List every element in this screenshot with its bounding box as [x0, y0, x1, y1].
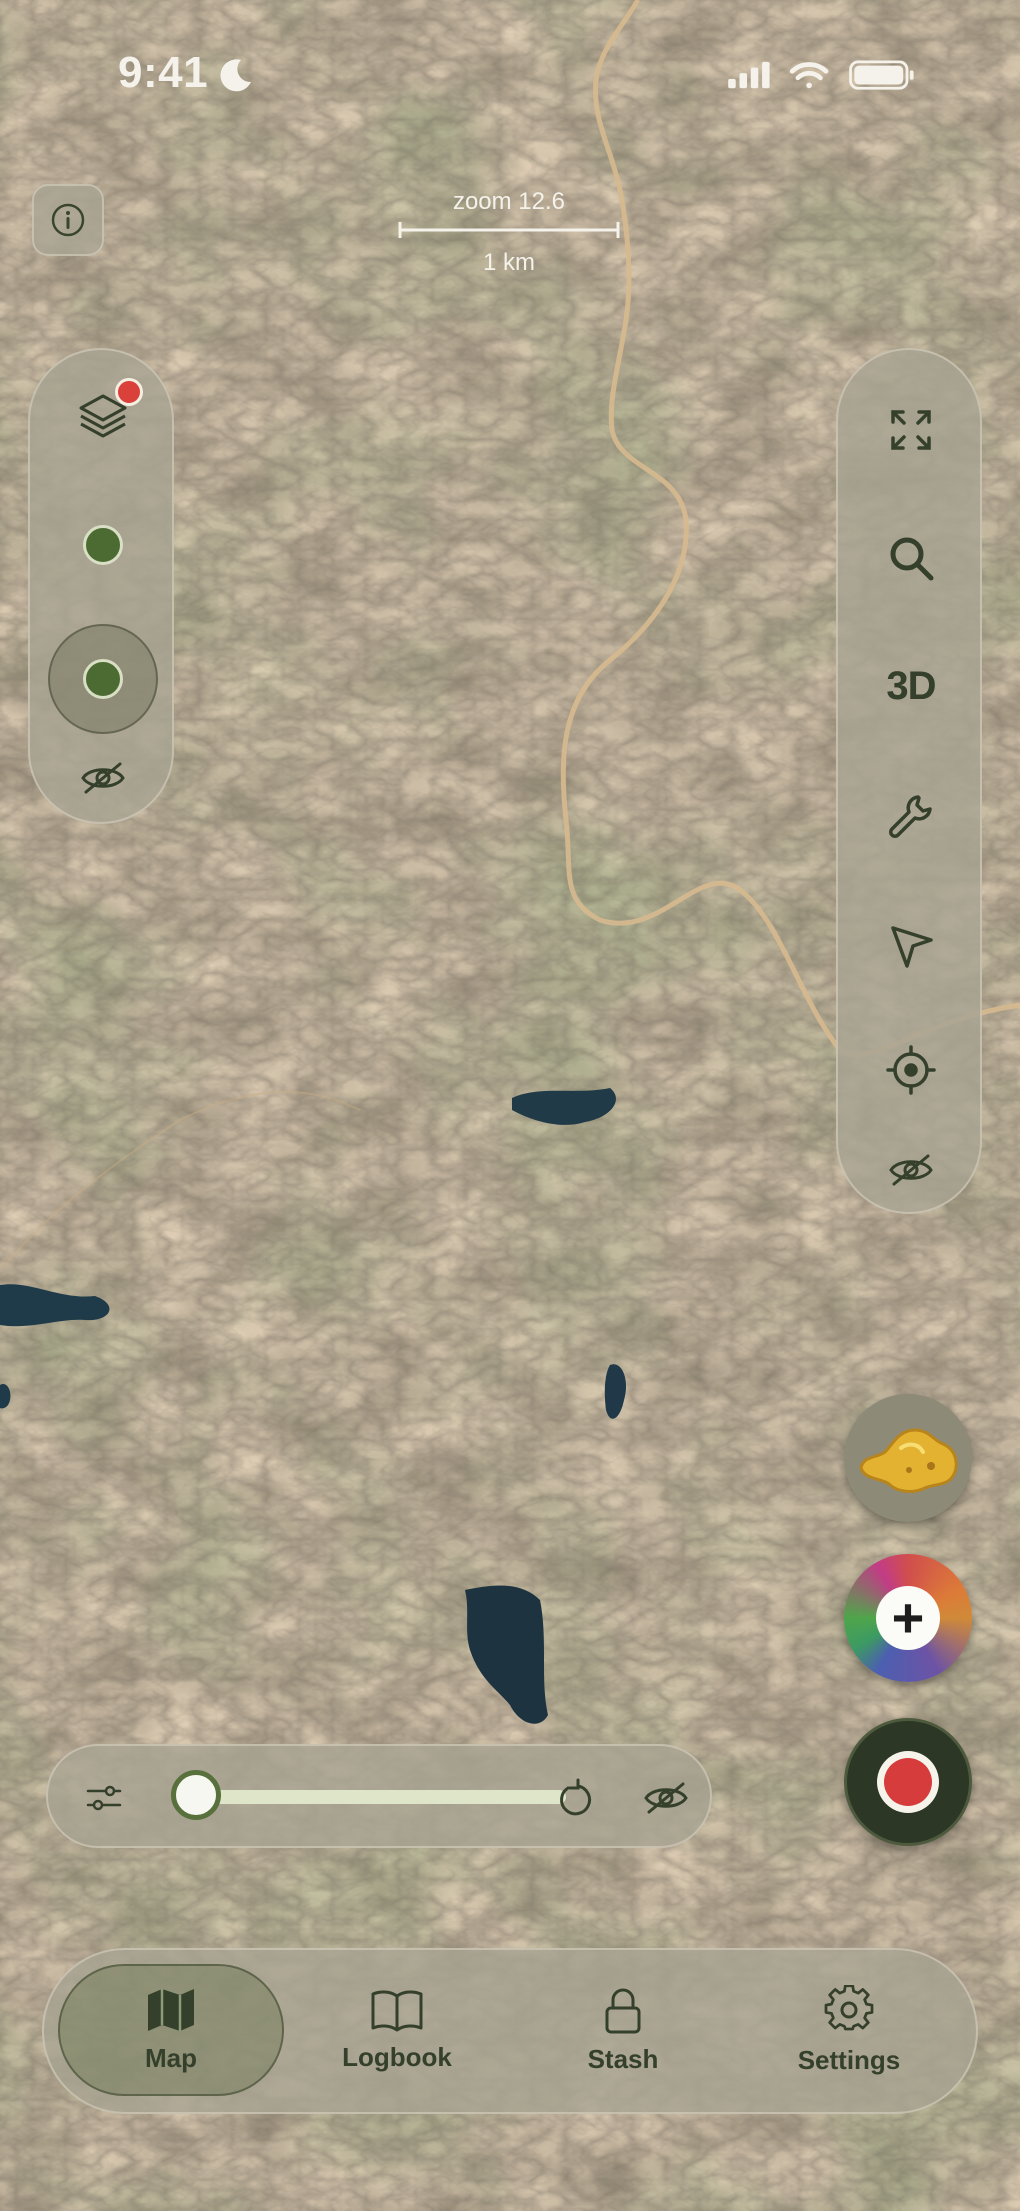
- navigate-button[interactable]: [871, 906, 951, 986]
- tab-logbook[interactable]: Logbook: [284, 1964, 510, 2096]
- green-dot-button[interactable]: [63, 510, 143, 580]
- tab-map-label: Map: [145, 2042, 197, 2073]
- wrench-icon: [889, 795, 932, 838]
- opacity-slider-bar: [46, 1744, 712, 1848]
- info-button[interactable]: [32, 184, 104, 256]
- fullscreen-icon: [891, 410, 931, 450]
- tab-settings[interactable]: Settings: [736, 1964, 962, 2096]
- search-icon: [890, 537, 934, 581]
- hide-slider-button[interactable]: [636, 1770, 696, 1826]
- scale-bar: [398, 222, 620, 238]
- 3d-label: 3D: [886, 663, 936, 708]
- layers-button[interactable]: [63, 376, 143, 456]
- hide-left-button[interactable]: [63, 748, 143, 808]
- left-toolbar: [28, 348, 174, 824]
- signal-icon: [728, 61, 770, 89]
- locate-button[interactable]: [871, 1030, 951, 1110]
- reset-button[interactable]: [548, 1770, 604, 1826]
- slider-thumb[interactable]: [171, 1770, 221, 1820]
- wifi-icon: [789, 62, 829, 89]
- green-dot-selected-icon: [83, 659, 123, 699]
- lock-icon: [605, 1988, 641, 2033]
- tab-settings-label: Settings: [797, 2044, 901, 2075]
- tab-logbook-label: Logbook: [342, 2041, 452, 2072]
- 3d-toggle-button[interactable]: 3D: [871, 646, 951, 726]
- hide-right-button[interactable]: [871, 1140, 951, 1200]
- add-button[interactable]: +: [844, 1554, 972, 1682]
- tools-button[interactable]: [871, 776, 951, 856]
- tab-bar: Map Logbook Stash Settings: [42, 1948, 978, 2114]
- fullscreen-button[interactable]: [871, 390, 951, 470]
- reset-icon: [560, 1778, 592, 1816]
- map-scale: zoom 12.6 1 km: [396, 188, 622, 277]
- scale-label: 1 km: [482, 249, 535, 276]
- slider-track[interactable]: [196, 1790, 566, 1804]
- status-indicators: [728, 60, 914, 90]
- battery-icon: [849, 60, 914, 90]
- eye-off-icon: [889, 1154, 933, 1186]
- gold-nugget-icon: [859, 1428, 958, 1493]
- map-icon: [148, 1988, 194, 2031]
- eye-off-icon: [81, 762, 125, 794]
- eye-off-icon: [644, 1782, 688, 1814]
- tab-stash[interactable]: Stash: [510, 1964, 736, 2096]
- record-icon: [877, 1751, 939, 1813]
- zoom-label: zoom 12.6: [452, 188, 566, 215]
- notification-badge: [115, 378, 143, 406]
- navigation-arrow-icon: [891, 926, 933, 968]
- moon-icon: [220, 59, 251, 92]
- record-button[interactable]: [844, 1718, 972, 1846]
- tab-map[interactable]: Map: [58, 1964, 284, 2096]
- status-bar: 9:41: [0, 0, 1020, 150]
- locate-icon: [886, 1045, 936, 1095]
- filter-button[interactable]: [76, 1770, 132, 1826]
- green-dot-selected-button[interactable]: [46, 622, 160, 736]
- sliders-icon: [86, 1785, 122, 1811]
- right-toolbar: 3D: [836, 348, 982, 1214]
- search-button[interactable]: [871, 518, 951, 598]
- status-time: 9:41: [118, 48, 209, 97]
- nugget-button[interactable]: [844, 1394, 972, 1522]
- gear-icon: [824, 1984, 874, 2030]
- green-dot-icon: [83, 525, 123, 565]
- plus-icon: +: [876, 1586, 940, 1650]
- tab-stash-label: Stash: [587, 2043, 659, 2074]
- info-icon: [51, 203, 85, 237]
- book-icon: [371, 1989, 423, 2031]
